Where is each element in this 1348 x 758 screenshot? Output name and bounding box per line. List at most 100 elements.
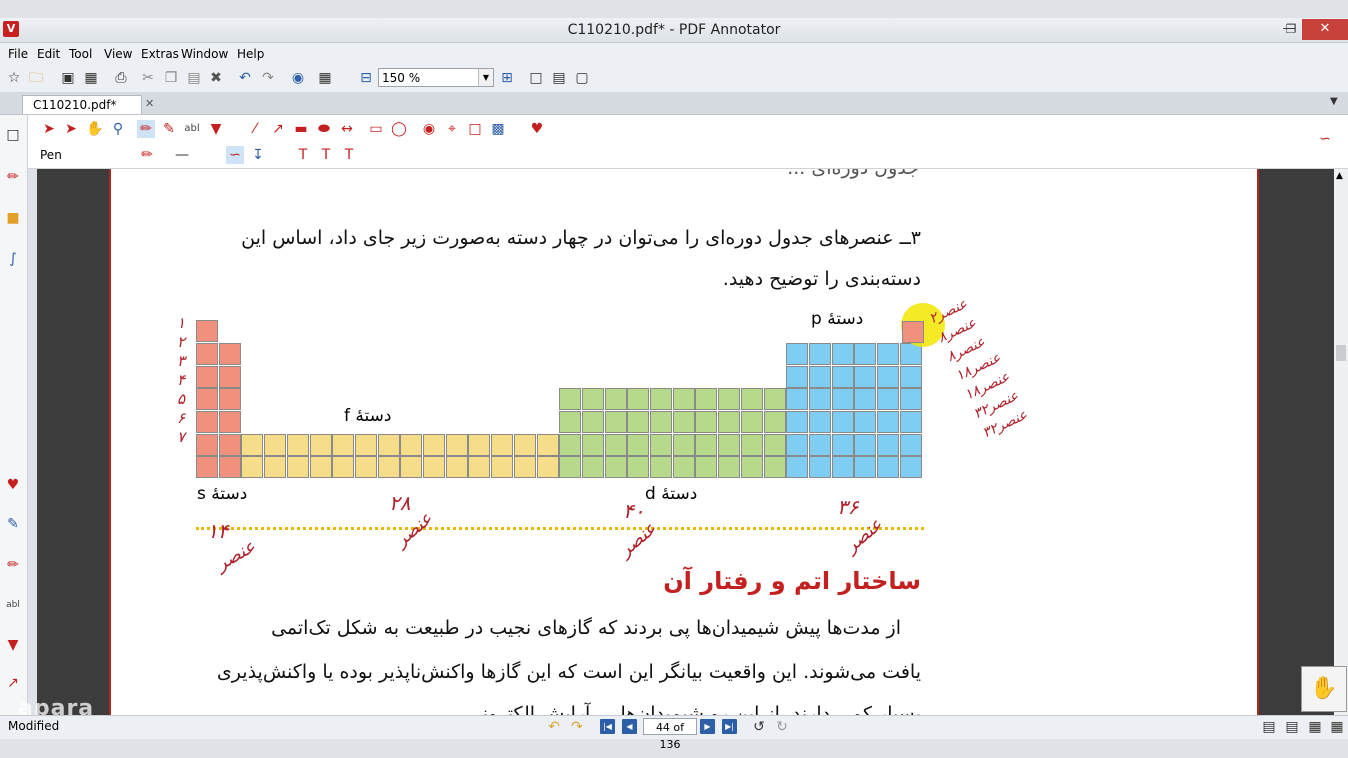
menu-file[interactable]: File [8,46,28,62]
text-strike-icon[interactable]: T [340,146,358,164]
side-pen-icon[interactable]: ✎ [4,515,22,533]
page-layout-icon[interactable]: ▦ [316,69,334,87]
previous-page-button[interactable]: ◀ [622,719,637,734]
fullscreen-icon[interactable]: ▢ [573,69,591,87]
side-arrow-icon[interactable]: ↗ [4,674,22,692]
p-block-cell [808,388,831,411]
hand-tool-button[interactable]: ✋ [1301,666,1347,712]
fit-page-icon[interactable]: □ [527,69,545,87]
text-style-icon[interactable]: T [294,146,312,164]
favorites-heart-icon[interactable]: ♥ [528,120,546,138]
delete-icon[interactable]: ✖ [207,69,225,87]
favorites-heart-icon[interactable]: ♥ [4,476,22,494]
f-block-cell [354,456,377,479]
find-icon[interactable]: ◉ [289,69,307,87]
lasso-icon[interactable]: ◯ [390,120,408,138]
page-number-input[interactable]: 44 of 136 [643,718,697,751]
zoom-tool-icon[interactable]: ⚲ [109,120,127,138]
hand-pan-icon[interactable]: ✋ [86,120,104,138]
side-stamp-icon[interactable]: ▼ [4,636,22,654]
first-page-button[interactable]: |◀ [600,719,615,734]
save-icon[interactable]: ▣ [59,69,77,87]
menu-view[interactable]: View [104,46,132,62]
last-page-button[interactable]: ▶| [722,719,737,734]
next-page-button[interactable]: ▶ [700,719,715,734]
side-highlighter-icon[interactable]: ✏ [4,556,22,574]
zoom-in-icon[interactable]: ⊞ [498,69,516,87]
camera-icon[interactable]: ◉ [420,120,438,138]
d-block-cell [650,410,672,433]
menu-extras[interactable]: Extras [141,46,179,62]
save-as-icon[interactable]: ▦ [82,69,100,87]
p-block-cell [786,342,809,365]
bookmarks-panel-icon[interactable]: ■ [4,209,22,227]
ellipse-tool-icon[interactable]: ⬬ [315,120,333,138]
chevron-down-icon[interactable]: ▼ [478,69,493,86]
rectangle-tool-icon[interactable]: ▬ [292,120,310,138]
tab-list-chevron-icon[interactable]: ▼ [1330,96,1338,107]
insert-image-icon[interactable]: ▩ [489,120,507,138]
side-textbox-icon[interactable]: abl [4,596,22,614]
redo-icon[interactable]: ↷ [259,69,277,87]
zoom-select[interactable]: 150 % ▼ [378,68,494,87]
text-underline-icon[interactable]: T [317,146,335,164]
measure-tool-icon[interactable]: ↔ [338,120,356,138]
highlighter-icon[interactable]: ✎ [160,120,178,138]
vertical-scrollbar[interactable]: ▲ [1334,169,1348,715]
history-back-icon[interactable]: ↺ [750,718,768,736]
d-block-cell [763,433,786,456]
pdf-page[interactable]: جدول دوره‌ای ... ۳ــ عنصرهای جدول دوره‌ا… [109,169,1259,715]
paste-icon[interactable]: ▤ [185,69,203,87]
pen-option-icon[interactable]: ↧ [249,146,267,164]
history-forward-icon[interactable]: ↻ [773,718,791,736]
line-tool-icon[interactable]: ⁄ [246,120,264,138]
view-facing-icon[interactable]: ▦ [1306,718,1324,736]
s-block-cell [196,365,218,388]
p-count-annotation: ۳۶ [837,495,859,519]
tab-close-icon[interactable]: ✕ [145,97,154,110]
d-block-cell [650,456,672,479]
menu-help[interactable]: Help [237,46,264,62]
back-page-icon[interactable]: ↶ [545,718,563,736]
pen-tool-icon[interactable]: ✏ [137,120,155,138]
open-folder-icon[interactable]: 🗀 [27,69,45,87]
d-block-cell [695,456,718,479]
text-box-icon[interactable]: abl [183,120,201,138]
restore-button[interactable]: ❐ [1280,19,1302,40]
document-viewport[interactable]: جدول دوره‌ای ... ۳ــ عنصرهای جدول دوره‌ا… [37,169,1334,715]
select-arrow-icon[interactable]: ➤ [40,120,58,138]
view-single-icon[interactable]: ▤ [1260,718,1278,736]
select-text-icon[interactable]: ➤ [62,120,80,138]
stamp-icon[interactable]: ▼ [207,120,225,138]
f-block-cell [264,456,287,479]
scroll-up-icon[interactable]: ▲ [1336,171,1343,181]
pages-panel-icon[interactable]: □ [4,126,22,144]
ruler-icon[interactable]: □ [466,120,484,138]
cut-icon[interactable]: ✂ [139,69,157,87]
fit-width-icon[interactable]: ▤ [550,69,568,87]
pen-color-icon[interactable]: ✏ [138,146,156,164]
line-width-icon[interactable]: — [173,146,191,164]
view-facing-continuous-icon[interactable]: ▦ [1328,718,1346,736]
new-file-icon[interactable]: ☆ [5,69,23,87]
copy-icon[interactable]: ❐ [162,69,180,87]
d-block-cell [650,388,672,411]
annotations-panel-icon[interactable]: ✏ [4,168,22,186]
print-icon[interactable]: ⎙ [112,69,130,87]
tab-document[interactable]: C110210.pdf* [22,95,142,114]
arrow-tool-icon[interactable]: ↗ [269,120,287,138]
zoom-out-icon[interactable]: ⊟ [357,69,375,87]
freehand-curve-icon[interactable]: ∽ [226,146,244,164]
menu-tool[interactable]: Tool [69,46,92,62]
menu-edit[interactable]: Edit [37,46,60,62]
view-continuous-icon[interactable]: ▤ [1283,718,1301,736]
scroll-thumb[interactable] [1336,345,1346,361]
close-button[interactable]: ✕ [1302,19,1348,40]
forward-page-icon[interactable]: ↷ [568,718,586,736]
eraser-icon[interactable]: ▭ [367,120,385,138]
f-block-cell [445,456,468,479]
menu-window[interactable]: Window [181,46,228,62]
crop-icon[interactable]: ⌖ [443,120,461,138]
undo-icon[interactable]: ↶ [236,69,254,87]
attachments-panel-icon[interactable]: ∫ [4,250,22,268]
